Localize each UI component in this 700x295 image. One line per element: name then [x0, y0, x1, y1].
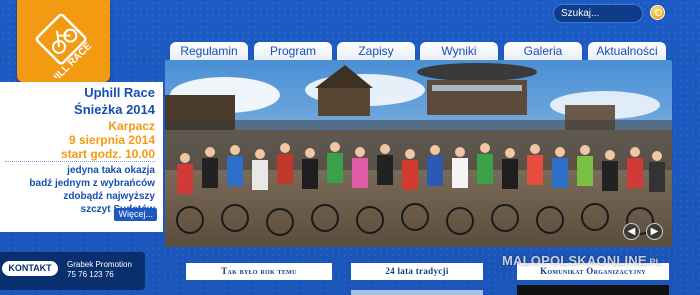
- tab-wyniki[interactable]: Wyniki: [420, 42, 498, 61]
- contact-box: KONTAKT Grabek Promotion 75 76 123 76: [0, 252, 145, 290]
- slider-next-arrow-icon[interactable]: ▶: [646, 223, 663, 240]
- event-info-panel: Uphill Race Śnieżka 2014 Karpacz 9 sierp…: [0, 82, 163, 232]
- tab-regulamin[interactable]: Regulamin: [170, 42, 248, 61]
- more-button[interactable]: Więcej...: [114, 208, 157, 221]
- event-title-line1: Uphill Race: [84, 85, 155, 100]
- logo-emblem-icon: UPHILL RACE: [35, 13, 94, 78]
- description-line1: jedyna taka okazja: [67, 165, 155, 176]
- tab-aktualnosci[interactable]: Aktualności: [588, 42, 666, 61]
- slider-prev-arrow-icon[interactable]: ◀: [623, 223, 640, 240]
- tab-zapisy[interactable]: Zapisy: [337, 42, 415, 61]
- contact-phone: 75 76 123 76: [67, 270, 114, 279]
- search-input[interactable]: Szukaj...: [553, 4, 643, 23]
- event-title-line2: Śnieżka 2014: [74, 102, 155, 117]
- contact-button[interactable]: KONTAKT: [2, 261, 58, 276]
- event-start-time: start godz. 10.00: [60, 147, 155, 161]
- tradition-box-content: [351, 290, 483, 295]
- event-place: Karpacz: [108, 119, 155, 133]
- divider: [5, 161, 155, 162]
- announcement-box-content: [517, 285, 669, 295]
- contact-name: Grabek Promotion: [67, 260, 132, 269]
- event-date-info: Karpacz 9 sierpnia 2014 start godz. 10.0…: [61, 119, 155, 161]
- box-heading-tradition[interactable]: 24 lata tradycji: [351, 263, 483, 280]
- logo-text: UPHILL RACE: [39, 41, 94, 78]
- search-icon[interactable]: [650, 5, 665, 20]
- description-line2: badź jednym z wybrańców: [29, 178, 155, 189]
- watermark-text: MALOPOLSKAONLINE: [502, 253, 647, 268]
- box-heading-last-year[interactable]: Tak było rok temu: [186, 263, 332, 280]
- event-date: 9 sierpnia 2014: [68, 133, 155, 147]
- tab-galeria[interactable]: Galeria: [504, 42, 582, 61]
- watermark: MALOPOLSKAONLINE.PL: [502, 253, 661, 268]
- tab-program[interactable]: Program: [254, 42, 332, 61]
- event-title: Uphill Race Śnieżka 2014: [74, 84, 155, 118]
- description-line3: zdobądź najwyższy: [63, 191, 155, 202]
- uphill-race-logo[interactable]: UPHILL RACE: [17, 0, 110, 82]
- hero-photo-slider[interactable]: ◀ ▶: [165, 60, 672, 247]
- hero-photo: [165, 60, 672, 247]
- watermark-suffix: .PL: [646, 257, 662, 267]
